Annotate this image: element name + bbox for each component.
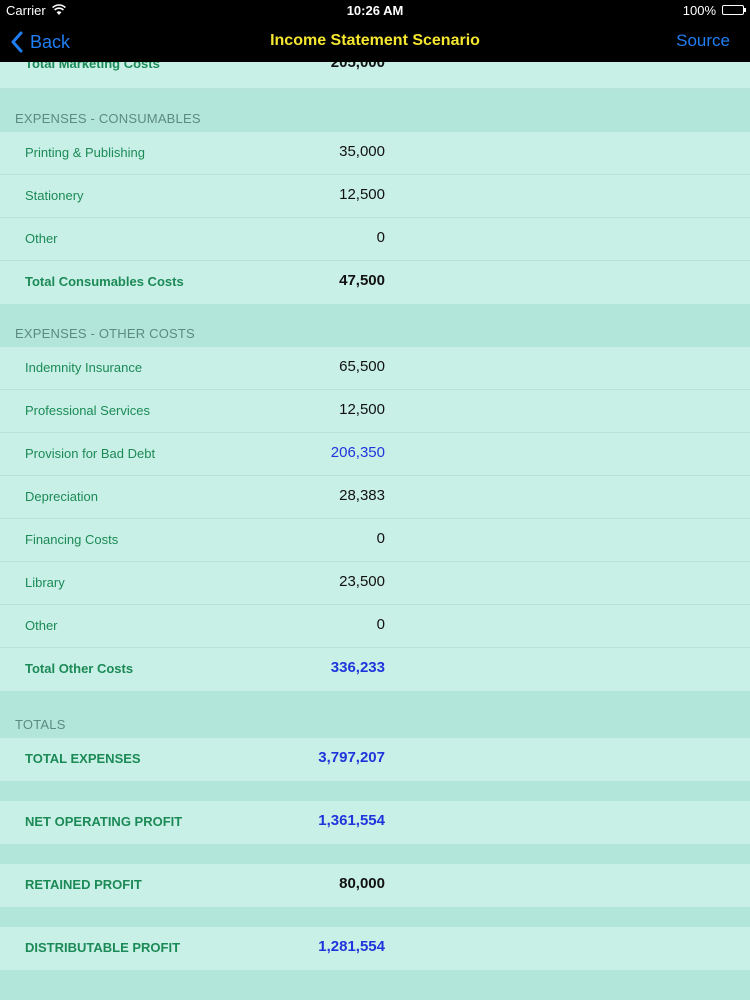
navigation-bar: Back Income Statement Scenario Source: [0, 22, 750, 62]
table-row[interactable]: Depreciation 28,383: [0, 476, 750, 519]
income-statement-table[interactable]: Total Marketing Costs 205,000 EXPENSES -…: [0, 62, 750, 1000]
row-label: Total Marketing Costs: [25, 62, 160, 71]
table-row[interactable]: Provision for Bad Debt 206,350: [0, 433, 750, 476]
row-value: 28,383: [339, 487, 385, 504]
section-header-totals: TOTALS: [15, 717, 66, 732]
table-row[interactable]: Financing Costs 0: [0, 519, 750, 562]
row-value: 3,797,207: [318, 749, 385, 766]
table-row-distributable-profit: DISTRIBUTABLE PROFIT 1,281,554: [0, 927, 750, 970]
table-row-retained-profit: RETAINED PROFIT 80,000: [0, 864, 750, 907]
row-value: 47,500: [339, 272, 385, 289]
row-label: Other: [25, 231, 58, 246]
row-label: Stationery: [25, 188, 84, 203]
row-value: 0: [376, 530, 385, 547]
row-label: Printing & Publishing: [25, 145, 145, 160]
row-label: TOTAL EXPENSES: [25, 751, 141, 766]
row-label: Depreciation: [25, 489, 98, 504]
row-value: 0: [376, 616, 385, 633]
table-row-total-consumables: Total Consumables Costs 47,500: [0, 261, 750, 304]
row-value: 336,233: [330, 659, 385, 676]
table-row[interactable]: Stationery 12,500: [0, 175, 750, 218]
row-label: DISTRIBUTABLE PROFIT: [25, 940, 181, 955]
row-label: Indemnity Insurance: [25, 360, 143, 375]
section-header-other-costs: EXPENSES - OTHER COSTS: [15, 326, 195, 341]
table-row-total-marketing: Total Marketing Costs 205,000: [0, 62, 750, 89]
table-row-total-other-costs: Total Other Costs 336,233: [0, 648, 750, 691]
row-label: NET OPERATING PROFIT: [25, 814, 183, 829]
table-row[interactable]: Indemnity Insurance 65,500: [0, 347, 750, 390]
row-label: RETAINED PROFIT: [25, 877, 142, 892]
table-row-total-expenses: TOTAL EXPENSES 3,797,207: [0, 738, 750, 781]
table-row[interactable]: Other 0: [0, 218, 750, 261]
table-row-net-operating-profit: NET OPERATING PROFIT 1,361,554: [0, 801, 750, 844]
row-value: 1,361,554: [318, 812, 385, 829]
page-title: Income Statement Scenario: [270, 32, 480, 49]
row-value: 23,500: [339, 573, 385, 590]
row-label: Library: [25, 575, 65, 590]
battery-percent: 100%: [682, 3, 716, 18]
row-value: 205,000: [330, 62, 385, 71]
row-value: 80,000: [339, 875, 385, 892]
row-label: Financing Costs: [25, 532, 119, 547]
table-row[interactable]: Professional Services 12,500: [0, 390, 750, 433]
table-row[interactable]: Printing & Publishing 35,000: [0, 132, 750, 175]
row-label: Total Consumables Costs: [25, 274, 184, 289]
row-label: Other: [25, 618, 58, 633]
row-value: 35,000: [339, 143, 385, 160]
row-label: Professional Services: [25, 403, 150, 418]
clock: 10:26 AM: [346, 3, 404, 18]
status-bar: Carrier 10:26 AM 100%: [0, 0, 750, 22]
table-row[interactable]: Other 0: [0, 605, 750, 648]
row-value: 1,281,554: [318, 938, 385, 955]
section-header-consumables: EXPENSES - CONSUMABLES: [15, 111, 201, 126]
row-label: Provision for Bad Debt: [25, 446, 156, 461]
battery-icon: [722, 5, 746, 15]
row-label: Total Other Costs: [25, 661, 134, 676]
row-value: 12,500: [339, 401, 385, 418]
row-value: 206,350: [330, 444, 385, 461]
row-value: 12,500: [339, 186, 385, 203]
source-button[interactable]: Source: [676, 31, 730, 51]
row-value: 0: [376, 229, 385, 246]
table-row[interactable]: Library 23,500: [0, 562, 750, 605]
row-value: 65,500: [339, 358, 385, 375]
